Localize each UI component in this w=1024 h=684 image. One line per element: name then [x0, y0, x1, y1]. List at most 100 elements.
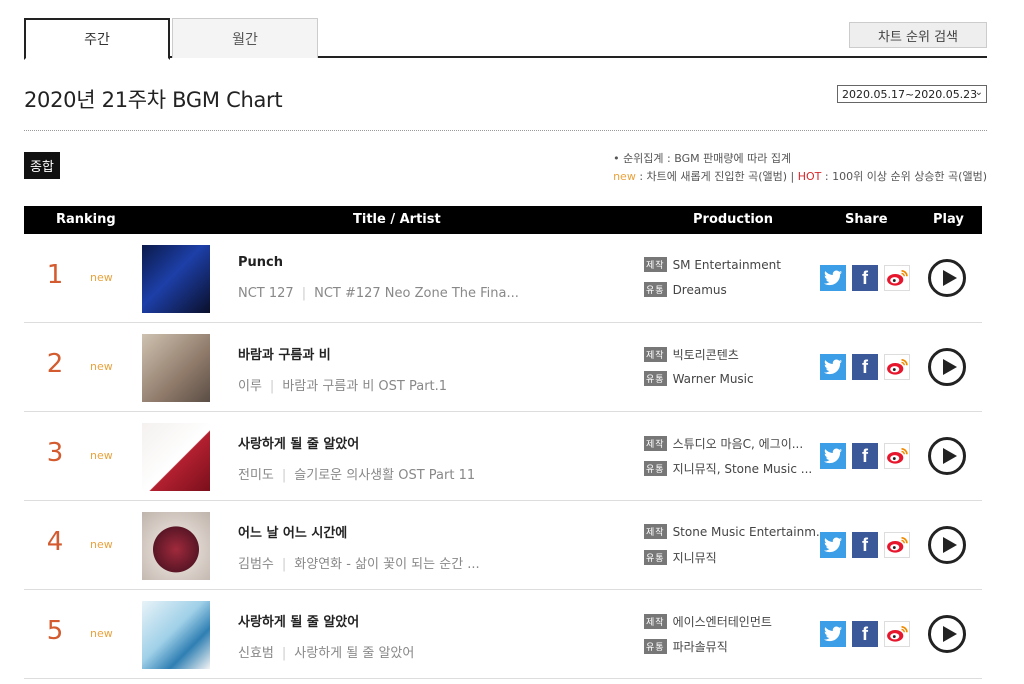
artist-name[interactable]: NCT 127 [238, 286, 294, 301]
facebook-icon[interactable]: f [852, 443, 878, 469]
rank-number: 1 [46, 260, 64, 290]
facebook-icon[interactable]: f [852, 621, 878, 647]
status-badge: new [90, 449, 113, 462]
play-button[interactable] [928, 526, 966, 564]
twitter-icon[interactable] [820, 532, 846, 558]
weibo-icon[interactable] [884, 354, 910, 380]
play-button[interactable] [928, 615, 966, 653]
distributor-name: Dreamus [672, 282, 727, 297]
legend-aggregation: • 순위집계 : BGM 판매량에 따라 집계 [613, 152, 792, 165]
maker-tag: 제작 [644, 614, 667, 629]
artist-album: 신효범 | 사랑하게 될 줄 알았어 [238, 642, 414, 661]
legend-new-desc: : 차트에 새롭게 진입한 곡(앨범) | [635, 170, 798, 183]
artist-album: NCT 127 | NCT #127 Neo Zone The Fina... [238, 286, 519, 301]
share-icons: f [820, 621, 910, 647]
production-distributor: 유통 Dreamus [644, 282, 727, 297]
distributor-tag: 유통 [644, 461, 667, 476]
table-header: Ranking Title / Artist Production Share … [24, 206, 982, 234]
distributor-name: 파라솔뮤직 [672, 640, 728, 654]
legend-hot-desc: : 100위 이상 순위 상승한 곡(앨범) [821, 170, 987, 183]
header-share: Share [845, 212, 888, 227]
status-badge: new [90, 271, 113, 284]
weibo-icon[interactable] [884, 443, 910, 469]
category-badge: 종합 [24, 152, 60, 179]
status-badge: new [90, 360, 113, 373]
separator: | [269, 379, 275, 394]
album-name[interactable]: 사랑하게 될 줄 알았어 [294, 646, 414, 661]
weibo-icon[interactable] [884, 532, 910, 558]
weibo-icon[interactable] [884, 621, 910, 647]
separator: | [281, 468, 287, 483]
share-icons: f [820, 265, 910, 291]
song-title[interactable]: 사랑하게 될 줄 알았어 [238, 611, 359, 630]
album-cover[interactable] [142, 245, 210, 313]
album-name[interactable]: 화양연화 - 삶이 꽃이 되는 순간 ... [294, 557, 479, 572]
rank-number: 4 [46, 527, 64, 557]
song-title[interactable]: 사랑하게 될 줄 알았어 [238, 433, 359, 452]
song-title[interactable]: Punch [238, 255, 283, 270]
artist-name[interactable]: 이루 [238, 379, 262, 394]
legend-hot-word: HOT [797, 170, 822, 183]
facebook-icon[interactable]: f [852, 532, 878, 558]
table-row: 1 new Punch NCT 127 | NCT #127 Neo Zone Th… [24, 234, 982, 323]
facebook-icon[interactable]: f [852, 265, 878, 291]
distributor-name: Warner Music [672, 371, 754, 386]
play-button[interactable] [928, 259, 966, 297]
status-badge: new [90, 538, 113, 551]
twitter-icon[interactable] [820, 443, 846, 469]
tab-monthly[interactable]: 월간 [172, 18, 318, 58]
artist-name[interactable]: 신효범 [238, 646, 274, 661]
rank-number: 2 [46, 349, 64, 379]
production-distributor: 유통 지니뮤직 [644, 549, 717, 566]
period-select[interactable]: 2020.05.17~2020.05.23 ⌄ [837, 85, 987, 103]
album-name[interactable]: 바람과 구름과 비 OST Part.1 [282, 379, 447, 394]
period-tabs: 주간 월간 차트 순위 검색 [24, 18, 987, 60]
production-maker: 제작 빅토리콘텐츠 [644, 346, 739, 363]
production-maker: 제작 Stone Music Entertainm... [644, 524, 827, 539]
table-row: 4 new 어느 날 어느 시간에 김범수 | 화양연화 - 삶이 꽃이 되는 순간… [24, 501, 982, 590]
play-button[interactable] [928, 348, 966, 386]
album-cover[interactable] [142, 334, 210, 402]
production-maker: 제작 에이스엔터테인먼트 [644, 613, 772, 630]
rank-number: 5 [46, 616, 64, 646]
song-title[interactable]: 어느 날 어느 시간에 [238, 522, 347, 541]
distributor-tag: 유통 [644, 371, 667, 386]
table-row: 3 new 사랑하게 될 줄 알았어 전미도 | 슬기로운 의사생활 OST Par… [24, 412, 982, 501]
artist-name[interactable]: 전미도 [238, 468, 274, 483]
maker-name: SM Entertainment [672, 257, 781, 272]
maker-name: 에이스엔터테인먼트 [672, 615, 772, 629]
maker-tag: 제작 [644, 257, 667, 272]
header-title-artist: Title / Artist [353, 212, 441, 227]
chart-rank-search-button[interactable]: 차트 순위 검색 [849, 22, 987, 48]
distributor-tag: 유통 [644, 550, 667, 565]
facebook-icon[interactable]: f [852, 354, 878, 380]
legend-markers: new : 차트에 새롭게 진입한 곡(앨범) | HOT : 100위 이상 … [613, 168, 987, 186]
artist-album: 이루 | 바람과 구름과 비 OST Part.1 [238, 375, 447, 394]
divider [24, 130, 987, 131]
separator: | [281, 646, 287, 661]
album-name[interactable]: NCT #127 Neo Zone The Fina... [314, 286, 519, 301]
distributor-name: 지니뮤직 [672, 551, 717, 565]
song-title[interactable]: 바람과 구름과 비 [238, 344, 331, 363]
maker-tag: 제작 [644, 347, 667, 362]
album-cover[interactable] [142, 601, 210, 669]
twitter-icon[interactable] [820, 621, 846, 647]
production-maker: 제작 스튜디오 마음C, 에그이... [644, 435, 803, 452]
share-icons: f [820, 443, 910, 469]
maker-name: Stone Music Entertainm... [672, 524, 828, 539]
twitter-icon[interactable] [820, 265, 846, 291]
twitter-icon[interactable] [820, 354, 846, 380]
weibo-icon[interactable] [884, 265, 910, 291]
maker-tag: 제작 [644, 436, 667, 451]
album-cover[interactable] [142, 423, 210, 491]
maker-tag: 제작 [644, 524, 667, 539]
tab-weekly[interactable]: 주간 [24, 18, 170, 60]
album-cover[interactable] [142, 512, 210, 580]
album-name[interactable]: 슬기로운 의사생활 OST Part 11 [294, 468, 475, 483]
play-button[interactable] [928, 437, 966, 475]
artist-album: 전미도 | 슬기로운 의사생활 OST Part 11 [238, 464, 475, 483]
header-production: Production [693, 212, 773, 227]
artist-name[interactable]: 김범수 [238, 557, 274, 572]
table-row: 2 new 바람과 구름과 비 이루 | 바람과 구름과 비 OST Part.1 … [24, 323, 982, 412]
distributor-name: 지니뮤직, Stone Music ... [672, 462, 813, 476]
